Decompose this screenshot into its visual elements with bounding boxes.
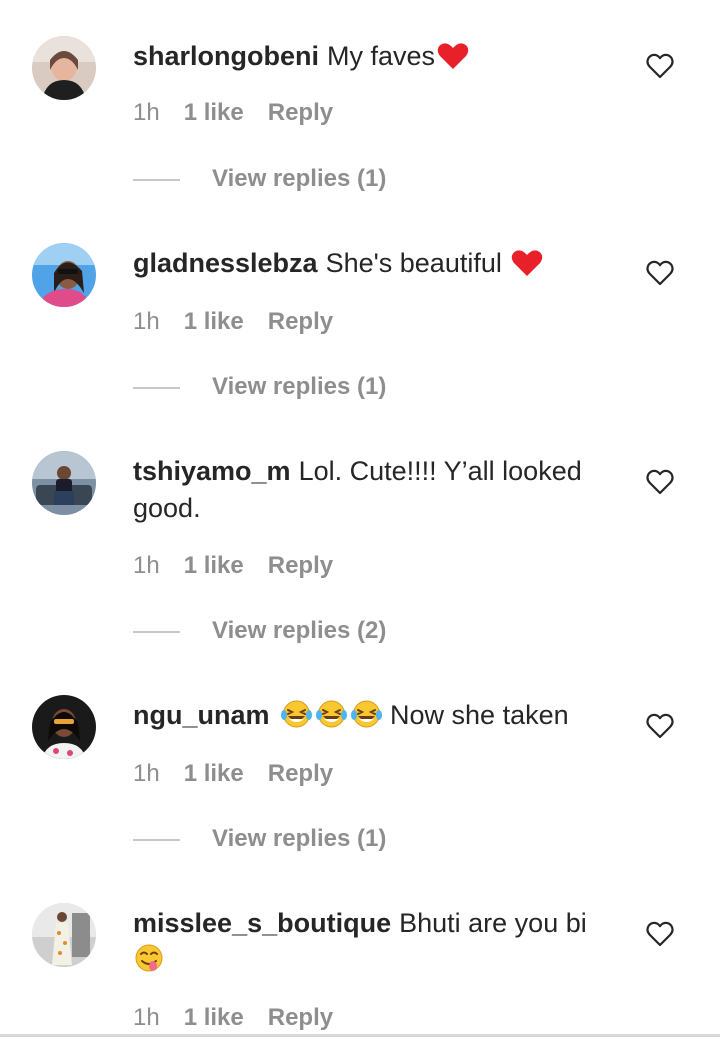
- red-heart-emoji-icon: [512, 250, 543, 276]
- comment-time: 1h: [133, 1004, 160, 1031]
- replies-divider: [133, 178, 180, 181]
- reply-button[interactable]: Reply: [268, 1003, 333, 1033]
- avatar[interactable]: [32, 243, 96, 307]
- like-heart-icon[interactable]: [646, 921, 674, 947]
- yum-face-emoji-icon: [135, 944, 163, 972]
- comment-text: She's beautiful: [325, 248, 510, 278]
- view-replies-button[interactable]: View replies (1): [133, 164, 386, 194]
- view-replies-label: View replies (1): [212, 825, 387, 852]
- comment-time: 1h: [133, 308, 160, 335]
- comment-time: 1h: [133, 552, 160, 579]
- comment-meta: 1h 1 like Reply: [133, 307, 357, 337]
- comment-body: ngu_unam Now she taken: [133, 697, 603, 734]
- view-replies-label: View replies (1): [212, 373, 387, 400]
- view-replies-button[interactable]: View replies (1): [133, 824, 386, 854]
- comment-time: 1h: [133, 760, 160, 787]
- view-replies-button[interactable]: View replies (2): [133, 616, 386, 646]
- reply-button[interactable]: Reply: [268, 551, 333, 581]
- view-replies-label: View replies (2): [212, 617, 387, 644]
- comment-body: tshiyamo_m Lol. Cute!!!! Y’all looked goo…: [133, 453, 603, 527]
- comment-username[interactable]: gladnesslebza: [133, 248, 318, 278]
- comment-body: gladnesslebza She's beautiful: [133, 245, 603, 282]
- comment-text: Bhuti are you bi: [399, 908, 587, 938]
- comment-username[interactable]: tshiyamo_m: [133, 456, 291, 486]
- avatar[interactable]: [32, 451, 96, 515]
- replies-divider: [133, 630, 180, 633]
- comment-meta: 1h 1 like Reply: [133, 551, 357, 581]
- laughing-tears-emoji-icon: [280, 700, 312, 728]
- comment-username[interactable]: misslee_s_boutique: [133, 908, 391, 938]
- comments-feed: sharlongobeni My faves 1h 1 like Reply View…: [0, 0, 720, 1037]
- avatar[interactable]: [32, 36, 96, 100]
- avatar[interactable]: [32, 903, 96, 967]
- comment-likes[interactable]: 1 like: [184, 551, 244, 581]
- reply-button[interactable]: Reply: [268, 307, 333, 337]
- comment-likes[interactable]: 1 like: [184, 759, 244, 789]
- comment-username[interactable]: sharlongobeni: [133, 41, 319, 71]
- view-replies-button[interactable]: View replies (1): [133, 372, 386, 402]
- like-heart-icon[interactable]: [646, 260, 674, 286]
- comment-meta: 1h 1 like Reply: [133, 98, 357, 128]
- comment-body: misslee_s_boutique Bhuti are you bi: [133, 905, 603, 979]
- comment-meta: 1h 1 like Reply: [133, 1003, 357, 1033]
- reply-button[interactable]: Reply: [268, 98, 333, 128]
- comment-likes[interactable]: 1 like: [184, 1003, 244, 1033]
- laughing-tears-emoji-icon: [350, 700, 382, 728]
- like-heart-icon[interactable]: [646, 53, 674, 79]
- like-heart-icon[interactable]: [646, 469, 674, 495]
- view-replies-label: View replies (1): [212, 165, 387, 192]
- comment-body: sharlongobeni My faves: [133, 38, 603, 75]
- red-heart-emoji-icon: [437, 43, 469, 69]
- replies-divider: [133, 386, 180, 389]
- laughing-tears-emoji-icon: [315, 700, 347, 728]
- avatar[interactable]: [32, 695, 96, 759]
- comment-time: 1h: [133, 99, 160, 126]
- comment-text: My faves: [327, 41, 436, 71]
- comment-username[interactable]: ngu_unam: [133, 700, 270, 730]
- comment-likes[interactable]: 1 like: [184, 98, 244, 128]
- reply-button[interactable]: Reply: [268, 759, 333, 789]
- comment-text: Now she taken: [382, 700, 569, 730]
- replies-divider: [133, 838, 180, 841]
- comment-meta: 1h 1 like Reply: [133, 759, 357, 789]
- comment-likes[interactable]: 1 like: [184, 307, 244, 337]
- like-heart-icon[interactable]: [646, 713, 674, 739]
